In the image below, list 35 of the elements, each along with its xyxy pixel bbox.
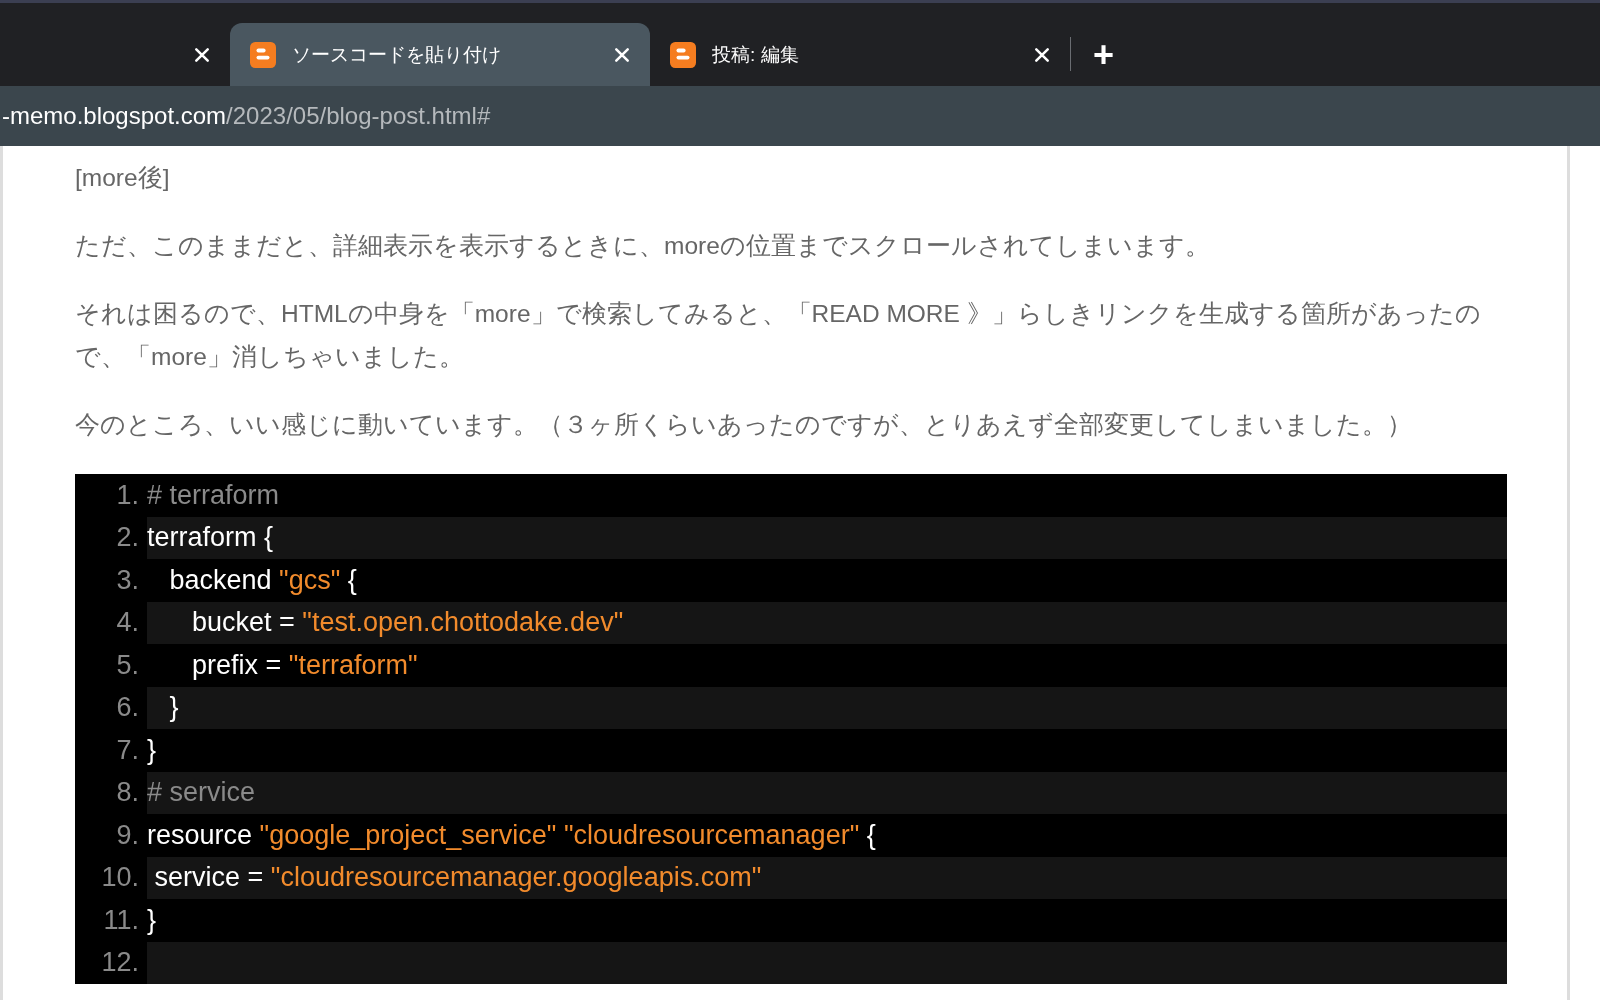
paragraph: ただ、このままだと、詳細表示を表示するときに、moreの位置までスクロールされてしまいます。 [75, 231, 1211, 261]
line-number: 5. [115, 649, 140, 681]
code-line: resource "google_project_service" "cloudresourcemanager" { [147, 818, 877, 852]
paragraph: [more後] [75, 163, 171, 193]
line-number: 8. [115, 777, 140, 809]
code-line: # terraform [147, 478, 281, 512]
paragraph: 今のところ、いい感じに動いています。（３ヶ所くらいあったのですが、とりあえず全部変更してしまいました。） [75, 410, 1413, 440]
line-number: 11. [102, 904, 140, 936]
code-line: } [147, 903, 158, 937]
tab-title: ソースコードを貼り付け [292, 42, 502, 67]
line-number: 3. [115, 564, 140, 596]
close-icon[interactable] [194, 46, 210, 63]
new-tab-button[interactable]: + [1081, 23, 1127, 86]
browser-tab[interactable]: ソースコードを貼り付け [230, 23, 650, 86]
close-icon[interactable] [1034, 46, 1050, 63]
tab-title: 投稿: 編集 [712, 42, 800, 67]
browser-tab[interactable]: 投稿: 編集 [650, 23, 1070, 86]
code-line: } [147, 733, 158, 767]
code-line: prefix = "terraform" [191, 648, 419, 682]
url-path: /2023/05/blog-post.html# [226, 102, 491, 130]
line-number: 12. [100, 947, 140, 979]
url-host: -memo.blogspot.com [2, 102, 227, 130]
line-number: 4. [115, 607, 140, 639]
blog-logo-icon [250, 41, 276, 68]
paragraph: それは困るので、HTMLの中身を「more」で検索してみると、「READ MORE 》」らしきリンクを生成する箇所があったので、「more」消しちゃいました。 [75, 299, 1482, 372]
line-number: 9. [115, 819, 140, 851]
address-bar[interactable]: -memo.blogspot.com/2023/05/blog-post.html# [0, 86, 1600, 146]
line-number: 6. [115, 692, 140, 724]
line-number: 2. [115, 522, 140, 554]
blog-logo-icon [670, 41, 696, 68]
close-icon[interactable] [614, 46, 630, 63]
line-number: 1. [115, 479, 140, 511]
line-number: 10. [100, 862, 140, 894]
line-number: 7. [115, 734, 140, 766]
code-line: backend "gcs" { [168, 563, 358, 597]
